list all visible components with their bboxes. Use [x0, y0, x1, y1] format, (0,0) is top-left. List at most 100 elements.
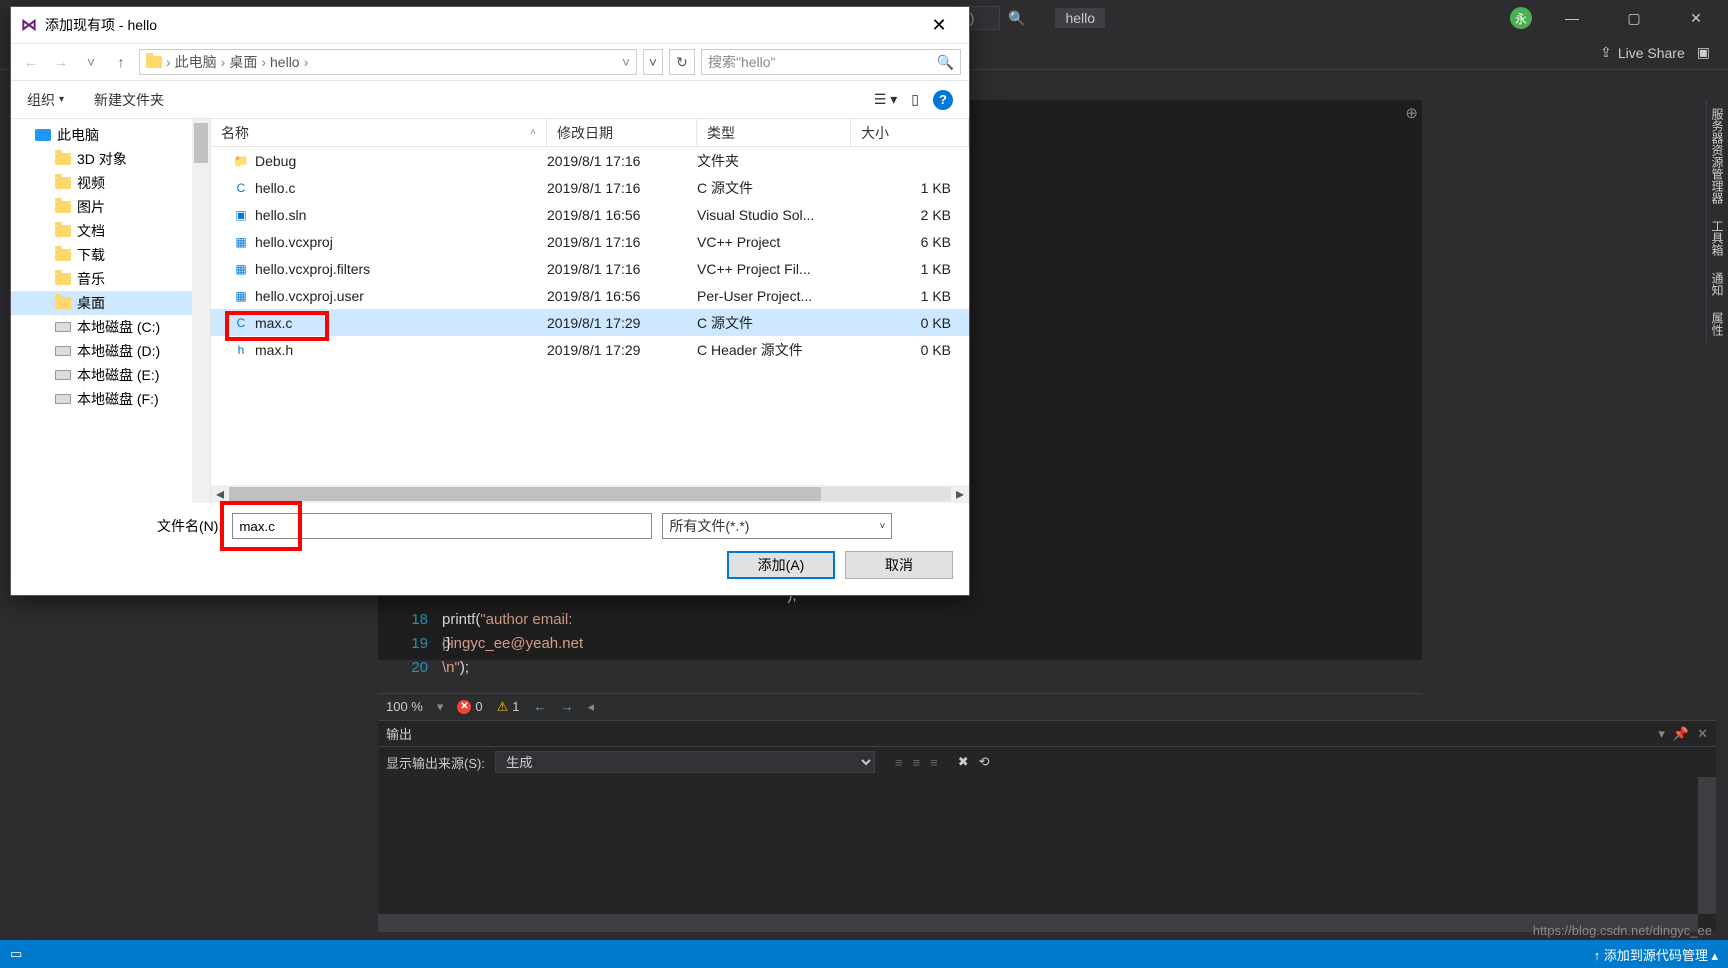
dropdown-icon[interactable]: ˅ — [643, 49, 663, 75]
preview-pane-icon[interactable]: ▯ — [911, 91, 919, 108]
live-share-button[interactable]: ⇪ Live Share ▣ — [1600, 44, 1710, 61]
col-date[interactable]: 修改日期 — [547, 119, 697, 146]
code-line: |} — [442, 632, 451, 656]
tree-item[interactable]: 本地磁盘 (E:) — [11, 363, 210, 387]
file-row[interactable]: ▣hello.sln2019/8/1 16:56Visual Studio So… — [211, 201, 969, 228]
file-type: VC++ Project — [697, 234, 851, 250]
breadcrumb[interactable]: › 此电脑›桌面›hello›˅ — [139, 49, 637, 75]
disk-icon — [55, 367, 71, 383]
tree-item[interactable]: 图片 — [11, 195, 210, 219]
filename-input[interactable] — [232, 513, 652, 539]
filetype-select[interactable]: 所有文件(*.*)˅ — [662, 513, 892, 539]
output-tool-icon[interactable]: ≡ — [913, 755, 921, 770]
cancel-button[interactable]: 取消 — [845, 551, 953, 579]
file-size: 1 KB — [851, 261, 969, 277]
output-hscroll[interactable] — [378, 914, 1698, 932]
output-wrap-icon[interactable]: ⟲ — [979, 754, 990, 770]
tree-item[interactable]: 3D 对象 — [11, 147, 210, 171]
tree-item[interactable]: 下载 — [11, 243, 210, 267]
source-control-label[interactable]: 添加到源代码管理 — [1604, 948, 1708, 963]
right-tab[interactable]: 服务器资源管理器 — [1706, 100, 1728, 212]
breadcrumb-segment[interactable]: 此电脑 — [175, 52, 217, 72]
output-tool-icon[interactable]: ≡ — [930, 755, 938, 770]
tree-item-label: 音乐 — [77, 269, 105, 289]
proj-icon: ▦ — [233, 288, 249, 304]
tree-item-label: 3D 对象 — [77, 149, 127, 169]
refresh-icon[interactable]: ↻ — [669, 49, 695, 75]
file-list-hscroll[interactable]: ◂▸ — [211, 485, 969, 503]
help-icon[interactable]: ? — [933, 90, 953, 110]
vs-statusbar: ▭ ↑ 添加到源代码管理 ▴ — [0, 940, 1728, 968]
file-date: 2019/8/1 17:29 — [547, 342, 697, 358]
dialog-close-button[interactable]: ✕ — [919, 15, 959, 36]
folder-icon — [55, 295, 71, 311]
warning-count[interactable]: ⚠1 — [497, 699, 520, 715]
output-pin-icon[interactable]: 📌 — [1673, 726, 1689, 742]
dialog-search[interactable]: 搜索"hello" 🔍 — [701, 49, 961, 75]
search-icon[interactable]: 🔍 — [1008, 10, 1025, 27]
nav-recent-icon[interactable]: ˅ — [79, 54, 103, 70]
live-share-icon: ⇪ — [1600, 44, 1612, 61]
tree-item[interactable]: 桌面 — [11, 291, 210, 315]
output-body[interactable] — [378, 777, 1716, 932]
file-row[interactable]: hmax.h2019/8/1 17:29C Header 源文件0 KB — [211, 336, 969, 363]
tree-item[interactable]: 本地磁盘 (D:) — [11, 339, 210, 363]
output-source-select[interactable]: 生成 — [495, 751, 875, 773]
breadcrumb-segment[interactable]: 桌面 — [229, 52, 257, 72]
right-tab[interactable]: 属性 — [1706, 304, 1728, 344]
organize-menu[interactable]: 组织▾ — [27, 90, 64, 110]
zoom-level[interactable]: 100 % — [386, 699, 423, 714]
file-name: hello.vcxproj.filters — [255, 261, 370, 277]
error-count[interactable]: ✕0 — [457, 699, 482, 714]
nav-prev-icon[interactable]: ← — [534, 699, 547, 714]
output-tool-icon[interactable]: ≡ — [895, 755, 903, 770]
output-vscroll[interactable] — [1698, 777, 1716, 914]
watermark: https://blog.csdn.net/dingyc_ee — [1533, 923, 1712, 938]
taskview-icon[interactable]: ▭ — [10, 946, 22, 962]
nav-up-icon[interactable]: ↑ — [109, 54, 133, 70]
view-options-icon[interactable]: ☰ ▾ — [874, 91, 897, 108]
file-row[interactable]: Chello.c2019/8/1 17:16C 源文件1 KB — [211, 174, 969, 201]
tree-item[interactable]: 本地磁盘 (C:) — [11, 315, 210, 339]
c-icon: C — [233, 180, 249, 196]
file-row[interactable]: ▦hello.vcxproj.user2019/8/1 16:56Per-Use… — [211, 282, 969, 309]
file-row[interactable]: ▦hello.vcxproj.filters2019/8/1 17:16VC++… — [211, 255, 969, 282]
folder-tree[interactable]: 此电脑3D 对象视频图片文档下载音乐桌面本地磁盘 (C:)本地磁盘 (D:)本地… — [11, 119, 211, 503]
add-button[interactable]: 添加(A) — [727, 551, 835, 579]
dialog-toolbar: 组织▾ 新建文件夹 ☰ ▾ ▯ ? — [11, 81, 969, 119]
minimize-button[interactable]: — — [1550, 3, 1594, 33]
file-row[interactable]: Cmax.c2019/8/1 17:29C 源文件0 KB — [211, 309, 969, 336]
nav-back-icon[interactable]: ← — [19, 54, 43, 70]
tree-item[interactable]: 本地磁盘 (F:) — [11, 387, 210, 411]
maximize-button[interactable]: ▢ — [1612, 3, 1656, 33]
split-editor-icon[interactable]: ⊕ — [1405, 104, 1418, 122]
breadcrumb-segment[interactable]: hello — [270, 54, 300, 70]
tree-scrollbar[interactable] — [192, 119, 210, 503]
output-dropdown-icon[interactable]: ▾ — [1658, 726, 1665, 742]
col-size[interactable]: 大小 — [851, 119, 969, 146]
file-size: 1 KB — [851, 180, 969, 196]
output-clear-icon[interactable]: ✖ — [958, 754, 969, 770]
tree-item[interactable]: 文档 — [11, 219, 210, 243]
right-tab[interactable]: 工具箱 — [1706, 212, 1728, 264]
tree-item[interactable]: 视频 — [11, 171, 210, 195]
tree-item[interactable]: 此电脑 — [11, 123, 210, 147]
col-type[interactable]: 类型 — [697, 119, 851, 146]
zoom-dropdown-icon[interactable]: ▾ — [437, 699, 444, 715]
close-button[interactable]: ✕ — [1674, 3, 1718, 33]
nav-back-icon[interactable]: ◂ — [588, 699, 595, 715]
nav-next-icon[interactable]: → — [561, 699, 574, 714]
nav-forward-icon[interactable]: → — [49, 54, 73, 70]
new-folder-button[interactable]: 新建文件夹 — [94, 90, 164, 110]
tree-item-label: 本地磁盘 (C:) — [77, 317, 160, 337]
tree-item[interactable]: 音乐 — [11, 267, 210, 291]
file-date: 2019/8/1 17:16 — [547, 180, 697, 196]
col-name[interactable]: 名称 — [221, 123, 249, 143]
file-row[interactable]: ▦hello.vcxproj2019/8/1 17:16VC++ Project… — [211, 228, 969, 255]
user-avatar[interactable]: 永 — [1510, 7, 1532, 29]
folder-icon — [55, 199, 71, 215]
output-close-icon[interactable]: ✕ — [1697, 726, 1708, 742]
file-list-header[interactable]: 名称˄ 修改日期 类型 大小 — [211, 119, 969, 147]
right-tab[interactable]: 通知 — [1706, 264, 1728, 304]
file-row[interactable]: 📁Debug2019/8/1 17:16文件夹 — [211, 147, 969, 174]
